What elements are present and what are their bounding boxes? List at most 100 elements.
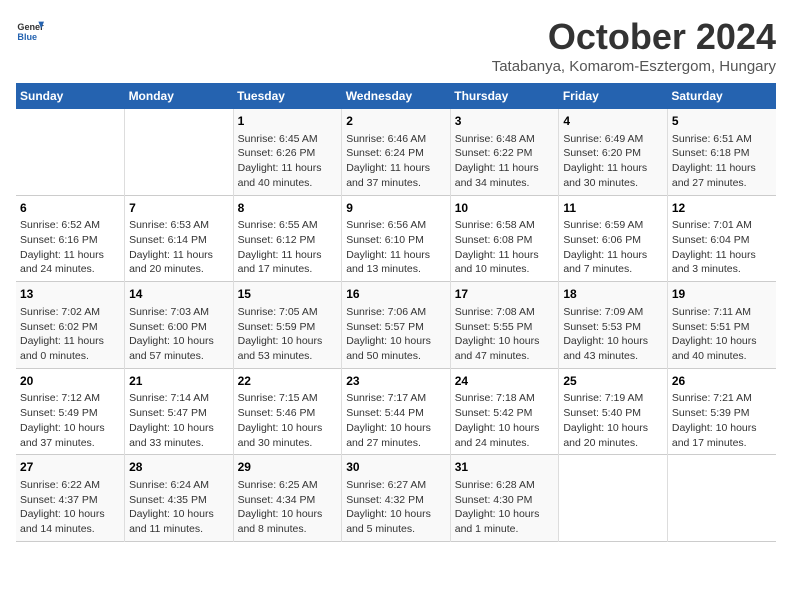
- day-info: Sunrise: 7:19 AM Sunset: 5:40 PM Dayligh…: [563, 391, 663, 450]
- day-info: Sunrise: 7:01 AM Sunset: 6:04 PM Dayligh…: [672, 218, 772, 277]
- day-number: 22: [238, 373, 338, 390]
- table-row: 25Sunrise: 7:19 AM Sunset: 5:40 PM Dayli…: [559, 368, 668, 455]
- day-info: Sunrise: 7:05 AM Sunset: 5:59 PM Dayligh…: [238, 305, 338, 364]
- table-row: 16 Sunrise: 7:06 AM Sunset: 5:57 PM Dayli…: [342, 282, 451, 369]
- header-thursday: Thursday: [450, 83, 559, 109]
- day-number: 27: [20, 459, 120, 476]
- subtitle: Tatabanya, Komarom-Esztergom, Hungary: [492, 58, 776, 75]
- day-number: 3: [455, 113, 555, 130]
- day-number: 25: [563, 373, 663, 390]
- day-info: Sunrise: 7:11 AM Sunset: 5:51 PM Dayligh…: [672, 305, 772, 364]
- day-number: 28: [129, 459, 229, 476]
- day-number: 17: [455, 286, 555, 303]
- day-number: 15: [238, 286, 338, 303]
- day-number: 24: [455, 373, 555, 390]
- day-number: 6: [20, 200, 120, 217]
- logo-icon: General Blue: [16, 16, 44, 44]
- day-info: Sunrise: 6:24 AM Sunset: 4:35 PM Dayligh…: [129, 478, 229, 537]
- table-row: 6Sunrise: 6:52 AM Sunset: 6:16 PM Daylig…: [16, 195, 125, 282]
- table-row: 30 Sunrise: 6:27 AM Sunset: 4:32 PM Dayli…: [342, 455, 451, 542]
- header-sunday: Sunday: [16, 83, 125, 109]
- calendar-body: 1 Sunrise: 6:45 AM Sunset: 6:26 PM Daylig…: [16, 109, 776, 541]
- header-tuesday: Tuesday: [233, 83, 342, 109]
- day-number: 30: [346, 459, 446, 476]
- header-wednesday: Wednesday: [342, 83, 451, 109]
- table-row: 20Sunrise: 7:12 AM Sunset: 5:49 PM Dayli…: [16, 368, 125, 455]
- table-row: [125, 109, 234, 195]
- table-row: 13Sunrise: 7:02 AM Sunset: 6:02 PM Dayli…: [16, 282, 125, 369]
- table-row: 29 Sunrise: 6:25 AM Sunset: 4:34 PM Dayli…: [233, 455, 342, 542]
- day-info: Sunrise: 7:17 AM Sunset: 5:44 PM Dayligh…: [346, 391, 446, 450]
- table-row: 14 Sunrise: 7:03 AM Sunset: 6:00 PM Dayli…: [125, 282, 234, 369]
- table-row: 1 Sunrise: 6:45 AM Sunset: 6:26 PM Daylig…: [233, 109, 342, 195]
- day-info: Sunrise: 7:12 AM Sunset: 5:49 PM Dayligh…: [20, 391, 120, 450]
- page-header: General Blue October 2024 Tatabanya, Kom…: [16, 16, 776, 75]
- day-number: 1: [238, 113, 338, 130]
- table-row: 2 Sunrise: 6:46 AM Sunset: 6:24 PM Daylig…: [342, 109, 451, 195]
- day-info: Sunrise: 7:03 AM Sunset: 6:00 PM Dayligh…: [129, 305, 229, 364]
- day-number: 29: [238, 459, 338, 476]
- table-row: 19 Sunrise: 7:11 AM Sunset: 5:51 PM Dayli…: [667, 282, 776, 369]
- day-number: 18: [563, 286, 663, 303]
- day-number: 11: [563, 200, 663, 217]
- svg-text:Blue: Blue: [17, 32, 37, 42]
- day-info: Sunrise: 6:27 AM Sunset: 4:32 PM Dayligh…: [346, 478, 446, 537]
- day-info: Sunrise: 6:46 AM Sunset: 6:24 PM Dayligh…: [346, 132, 446, 191]
- table-row: 12Sunrise: 7:01 AM Sunset: 6:04 PM Dayli…: [667, 195, 776, 282]
- header-saturday: Saturday: [667, 83, 776, 109]
- day-info: Sunrise: 6:45 AM Sunset: 6:26 PM Dayligh…: [238, 132, 338, 191]
- table-row: 15 Sunrise: 7:05 AM Sunset: 5:59 PM Dayli…: [233, 282, 342, 369]
- day-number: 21: [129, 373, 229, 390]
- table-row: 22Sunrise: 7:15 AM Sunset: 5:46 PM Dayli…: [233, 368, 342, 455]
- header-monday: Monday: [125, 83, 234, 109]
- table-row: 8Sunrise: 6:55 AM Sunset: 6:12 PM Daylig…: [233, 195, 342, 282]
- day-info: Sunrise: 7:14 AM Sunset: 5:47 PM Dayligh…: [129, 391, 229, 450]
- logo: General Blue: [16, 16, 44, 44]
- table-row: 23Sunrise: 7:17 AM Sunset: 5:44 PM Dayli…: [342, 368, 451, 455]
- day-info: Sunrise: 6:25 AM Sunset: 4:34 PM Dayligh…: [238, 478, 338, 537]
- day-info: Sunrise: 7:18 AM Sunset: 5:42 PM Dayligh…: [455, 391, 555, 450]
- day-number: 4: [563, 113, 663, 130]
- table-row: [667, 455, 776, 542]
- day-info: Sunrise: 6:52 AM Sunset: 6:16 PM Dayligh…: [20, 218, 120, 277]
- table-row: 21Sunrise: 7:14 AM Sunset: 5:47 PM Dayli…: [125, 368, 234, 455]
- day-info: Sunrise: 7:06 AM Sunset: 5:57 PM Dayligh…: [346, 305, 446, 364]
- table-row: 31 Sunrise: 6:28 AM Sunset: 4:30 PM Dayli…: [450, 455, 559, 542]
- calendar-table: Sunday Monday Tuesday Wednesday Thursday…: [16, 83, 776, 542]
- day-number: 31: [455, 459, 555, 476]
- table-row: 7Sunrise: 6:53 AM Sunset: 6:14 PM Daylig…: [125, 195, 234, 282]
- day-number: 5: [672, 113, 772, 130]
- day-number: 26: [672, 373, 772, 390]
- day-info: Sunrise: 7:09 AM Sunset: 5:53 PM Dayligh…: [563, 305, 663, 364]
- day-info: Sunrise: 6:58 AM Sunset: 6:08 PM Dayligh…: [455, 218, 555, 277]
- day-info: Sunrise: 6:56 AM Sunset: 6:10 PM Dayligh…: [346, 218, 446, 277]
- table-row: [16, 109, 125, 195]
- day-info: Sunrise: 6:22 AM Sunset: 4:37 PM Dayligh…: [20, 478, 120, 537]
- day-number: 8: [238, 200, 338, 217]
- table-row: [559, 455, 668, 542]
- day-number: 7: [129, 200, 229, 217]
- day-number: 19: [672, 286, 772, 303]
- day-number: 13: [20, 286, 120, 303]
- table-row: 11Sunrise: 6:59 AM Sunset: 6:06 PM Dayli…: [559, 195, 668, 282]
- day-info: Sunrise: 6:55 AM Sunset: 6:12 PM Dayligh…: [238, 218, 338, 277]
- day-number: 16: [346, 286, 446, 303]
- table-row: 5Sunrise: 6:51 AM Sunset: 6:18 PM Daylig…: [667, 109, 776, 195]
- day-number: 2: [346, 113, 446, 130]
- day-info: Sunrise: 6:28 AM Sunset: 4:30 PM Dayligh…: [455, 478, 555, 537]
- header-friday: Friday: [559, 83, 668, 109]
- day-number: 14: [129, 286, 229, 303]
- table-row: 3Sunrise: 6:48 AM Sunset: 6:22 PM Daylig…: [450, 109, 559, 195]
- day-number: 23: [346, 373, 446, 390]
- day-info: Sunrise: 7:21 AM Sunset: 5:39 PM Dayligh…: [672, 391, 772, 450]
- day-number: 20: [20, 373, 120, 390]
- day-number: 12: [672, 200, 772, 217]
- table-row: 27 Sunrise: 6:22 AM Sunset: 4:37 PM Dayli…: [16, 455, 125, 542]
- table-row: 10Sunrise: 6:58 AM Sunset: 6:08 PM Dayli…: [450, 195, 559, 282]
- day-info: Sunrise: 6:59 AM Sunset: 6:06 PM Dayligh…: [563, 218, 663, 277]
- day-info: Sunrise: 6:49 AM Sunset: 6:20 PM Dayligh…: [563, 132, 663, 191]
- table-row: 28 Sunrise: 6:24 AM Sunset: 4:35 PM Dayli…: [125, 455, 234, 542]
- table-row: 26Sunrise: 7:21 AM Sunset: 5:39 PM Dayli…: [667, 368, 776, 455]
- title-block: October 2024 Tatabanya, Komarom-Esztergo…: [492, 16, 776, 75]
- calendar-header: Sunday Monday Tuesday Wednesday Thursday…: [16, 83, 776, 109]
